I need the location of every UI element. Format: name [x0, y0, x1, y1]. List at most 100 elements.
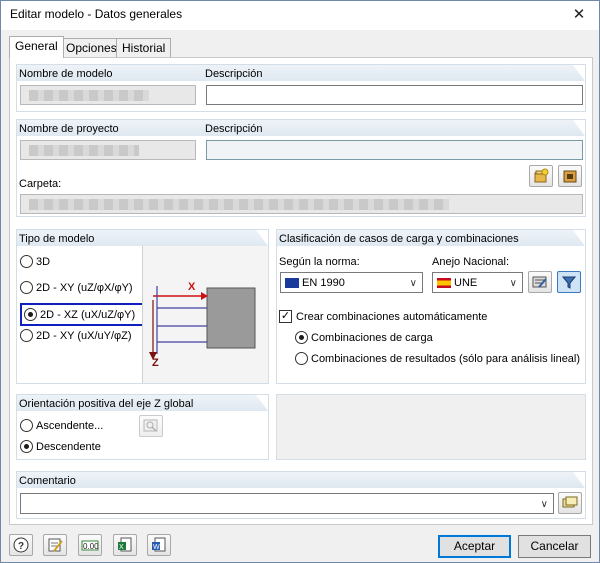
annex-select[interactable]: UNE ∨ — [432, 272, 523, 293]
tab-label: Opciones — [66, 41, 117, 55]
classification-group: Clasificación de casos de carga y combin… — [276, 229, 586, 384]
radio-label: Ascendente... — [36, 419, 104, 432]
empty-panel — [276, 394, 586, 460]
axis-diagram-icon — [149, 286, 256, 360]
radio-indicator — [20, 281, 33, 294]
standard-label: Según la norma: — [279, 256, 360, 268]
word-export-icon: W — [152, 537, 166, 552]
create-combinations-checkbox[interactable]: ✓ Crear combinaciones automáticamente — [279, 310, 487, 323]
model-name-field[interactable] — [20, 85, 196, 105]
group-header — [17, 472, 585, 488]
svg-text:?: ? — [18, 541, 24, 552]
folder-label: Carpeta: — [19, 178, 62, 190]
classification-title: Clasificación de casos de carga y combin… — [279, 233, 519, 245]
radio-indicator — [24, 308, 37, 321]
standard-value: EN 1990 — [302, 276, 345, 289]
model-type-diagram: X Z — [142, 246, 268, 383]
notepad-icon — [48, 538, 63, 552]
new-project-button[interactable] — [529, 165, 553, 187]
chevron-down-icon: ∨ — [409, 278, 417, 289]
result-combinations-radio[interactable]: Combinaciones de resultados (sólo para a… — [295, 352, 580, 365]
model-type-2d-xy-uz-radio[interactable]: 2D - XY (uZ/φX/φY) — [20, 281, 133, 294]
diagram-z-label: Z — [152, 357, 159, 369]
spain-flag-icon — [437, 277, 451, 288]
comment-library-icon — [562, 496, 578, 508]
tab-opciones[interactable]: Opciones — [60, 38, 123, 57]
project-description-label: Descripción — [205, 123, 263, 135]
orientation-group: Orientación positiva del eje Z global As… — [16, 394, 269, 460]
export-word-button[interactable]: W — [147, 534, 171, 556]
orientation-descending-radio[interactable]: Descendente — [20, 440, 101, 453]
decimal-units-icon: 0.00 — [81, 540, 99, 551]
chevron-down-icon: ∨ — [540, 499, 548, 510]
radio-label: Combinaciones de resultados (sólo para a… — [311, 352, 581, 365]
model-description-label: Descripción — [205, 68, 263, 80]
model-type-3d-radio[interactable]: 3D — [20, 255, 50, 268]
radio-label: Combinaciones de carga — [311, 331, 433, 344]
radio-indicator — [295, 331, 308, 344]
radio-label: 2D - XY (uX/uY/φZ) — [36, 329, 132, 342]
filter-button[interactable] — [557, 271, 581, 293]
tab-label: General — [15, 39, 58, 53]
model-type-title: Tipo de modelo — [19, 233, 95, 245]
model-description-input[interactable] — [206, 85, 583, 105]
project-name-field[interactable] — [20, 140, 196, 160]
project-manager-icon — [563, 170, 577, 183]
radio-label: 2D - XZ (uX/uZ/φY) — [40, 308, 136, 321]
edit-annex-icon — [532, 276, 547, 288]
dialog-window: Editar modelo - Datos generales ✕ Genera… — [0, 0, 600, 563]
folder-field — [20, 194, 583, 214]
comment-group: Comentario ∨ — [16, 471, 586, 519]
edit-text-button[interactable] — [43, 534, 67, 556]
cancel-button[interactable]: Cancelar — [518, 535, 591, 558]
radio-indicator — [20, 419, 33, 432]
annex-value: UNE — [454, 276, 478, 289]
project-manager-button[interactable] — [558, 165, 582, 187]
accept-button[interactable]: Aceptar — [438, 535, 511, 558]
radio-label: 2D - XY (uZ/φX/φY) — [36, 281, 133, 294]
model-name-label: Nombre de modelo — [19, 68, 113, 80]
orientation-title: Orientación positiva del eje Z global — [19, 398, 194, 410]
checkbox-label: Crear combinaciones automáticamente — [296, 310, 488, 323]
standard-select[interactable]: EN 1990 ∨ — [280, 272, 423, 293]
eu-flag-icon — [285, 277, 299, 288]
new-project-icon — [534, 168, 549, 183]
title-bar: Editar modelo - Datos generales ✕ — [1, 1, 599, 30]
comment-title: Comentario — [19, 475, 76, 487]
svg-text:X: X — [119, 544, 124, 551]
chevron-down-icon: ∨ — [509, 278, 517, 289]
help-button[interactable]: ? — [9, 534, 33, 556]
model-type-2d-xy-uxuy-radio[interactable]: 2D - XY (uX/uY/φZ) — [20, 329, 132, 342]
tab-label: Historial — [122, 41, 166, 55]
help-icon: ? — [13, 537, 29, 553]
radio-indicator — [295, 352, 308, 365]
window-title: Editar modelo - Datos generales — [10, 7, 183, 21]
comment-select[interactable]: ∨ — [20, 493, 554, 514]
radio-indicator — [20, 329, 33, 342]
radio-indicator — [20, 440, 33, 453]
annex-label: Anejo Nacional: — [432, 256, 510, 268]
magnifier-icon — [143, 419, 158, 432]
excel-export-icon: X — [118, 537, 132, 552]
model-type-group: Tipo de modelo 3D 2D - XY (uZ/φX/φY) 2D … — [16, 229, 269, 384]
radio-indicator — [20, 255, 33, 268]
close-icon[interactable]: ✕ — [567, 3, 591, 27]
radio-label: Descendente — [36, 440, 101, 453]
orientation-ascending-radio[interactable]: Ascendente... — [20, 419, 103, 432]
model-name-group: Nombre de modelo Descripción — [16, 64, 586, 112]
filter-icon — [562, 276, 576, 289]
svg-text:W: W — [153, 544, 160, 551]
annex-settings-button[interactable] — [528, 271, 552, 293]
load-combinations-radio[interactable]: Combinaciones de carga — [295, 331, 433, 344]
export-excel-button[interactable]: X — [113, 534, 137, 556]
tab-historial[interactable]: Historial — [116, 38, 172, 57]
tab-general[interactable]: General — [9, 36, 64, 58]
units-button[interactable]: 0.00 — [78, 534, 102, 556]
orientation-info-button[interactable] — [139, 415, 163, 437]
svg-text:0.00: 0.00 — [83, 542, 99, 551]
project-name-label: Nombre de proyecto — [19, 123, 119, 135]
diagram-x-label: X — [188, 281, 196, 293]
model-type-2d-xz-radio[interactable]: 2D - XZ (uX/uZ/φY) — [20, 303, 146, 326]
radio-label: 3D — [36, 255, 51, 268]
comment-library-button[interactable] — [558, 492, 582, 514]
